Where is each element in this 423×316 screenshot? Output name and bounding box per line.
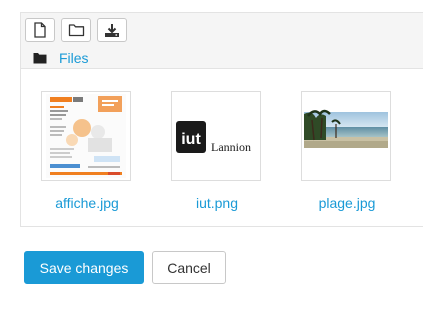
file-item-iut[interactable]: iut Lannion iut.png (171, 91, 263, 211)
iut-logo-text: iut (181, 131, 201, 148)
add-file-button[interactable] (25, 18, 55, 42)
file-name[interactable]: affiche.jpg (41, 195, 133, 211)
breadcrumb-files-link[interactable]: Files (59, 50, 89, 66)
file-name[interactable]: iut.png (171, 195, 263, 211)
beach-photo-thumbnail (301, 91, 391, 181)
file-manager: Files affiche.jpg iut Lannion iut.png pl… (20, 12, 423, 227)
create-folder-button[interactable] (61, 18, 91, 42)
folder-icon (68, 24, 84, 37)
file-item-affiche[interactable]: affiche.jpg (41, 91, 133, 211)
cancel-button[interactable]: Cancel (152, 251, 226, 284)
poster-thumbnail (41, 91, 131, 181)
file-name[interactable]: plage.jpg (301, 195, 393, 211)
iut-lannion-logo-thumbnail: iut Lannion (171, 91, 261, 181)
download-button[interactable] (97, 18, 127, 42)
file-list: affiche.jpg iut Lannion iut.png plage.jp… (21, 69, 423, 227)
new-file-icon (34, 22, 46, 38)
file-item-plage[interactable]: plage.jpg (301, 91, 393, 211)
download-icon (105, 23, 119, 37)
save-changes-button[interactable]: Save changes (24, 251, 144, 284)
folder-icon (33, 53, 47, 64)
breadcrumb: Files (33, 50, 89, 66)
lannion-caption: Lannion (211, 140, 251, 154)
file-manager-header: Files (21, 13, 423, 69)
